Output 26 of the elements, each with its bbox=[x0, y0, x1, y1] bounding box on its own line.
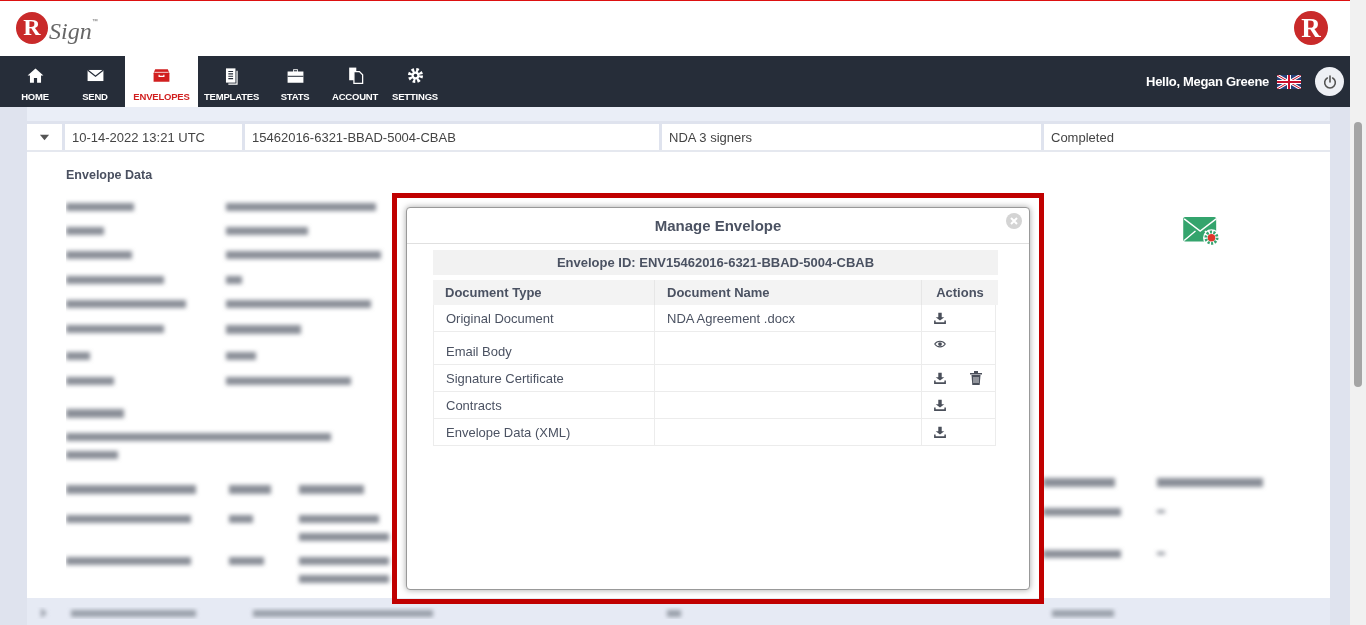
table-cell: Signature Certificate bbox=[433, 365, 655, 391]
corner-logo: R bbox=[1294, 11, 1328, 45]
nav-tab[interactable]: ACCOUNT bbox=[325, 56, 386, 107]
nav-tab[interactable]: ENVELOPES bbox=[125, 56, 198, 107]
table-cell: Contracts bbox=[433, 392, 655, 418]
section-title: Envelope Data bbox=[66, 168, 154, 182]
envelope-row[interactable]: 10-14-2022 13:21 UTC 15462016-6321-BBAD-5004-CBAB NDA 3 signers Completed bbox=[27, 124, 1330, 152]
table-cell: Email Body bbox=[433, 332, 655, 364]
table-cell: NDA 3 signers bbox=[662, 124, 1044, 150]
user-greeting: Hello, Megan Greene bbox=[1146, 74, 1269, 89]
dialog-title: Manage Envelope bbox=[654, 217, 782, 234]
nav-tab[interactable]: SETTINGS bbox=[385, 56, 446, 107]
column-header: Document Type bbox=[433, 280, 655, 305]
table-cell: NDA Agreement .docx bbox=[655, 305, 922, 331]
table-cell: 10-14-2022 13:21 UTC bbox=[65, 124, 245, 150]
column-header: Actions bbox=[935, 284, 985, 302]
table-cell: 15462016-6321-BBAD-5004-CBAB bbox=[245, 124, 662, 150]
nav-tab[interactable]: STATS bbox=[265, 56, 326, 107]
column-header: Document Name bbox=[655, 280, 922, 305]
envelope-id-bar: Envelope ID: ENV15462016-6321-BBAD-5004-CBAB bbox=[433, 250, 998, 275]
table-cell: Original Document bbox=[433, 305, 655, 331]
table-cell-text: Completed bbox=[1050, 128, 1115, 147]
nav-tab[interactable]: HOME bbox=[5, 56, 65, 107]
nav-tab[interactable]: TEMPLATES bbox=[198, 56, 266, 107]
table-cell: Envelope Data (XML) bbox=[433, 419, 655, 445]
nav-tab[interactable]: SEND bbox=[65, 56, 125, 107]
